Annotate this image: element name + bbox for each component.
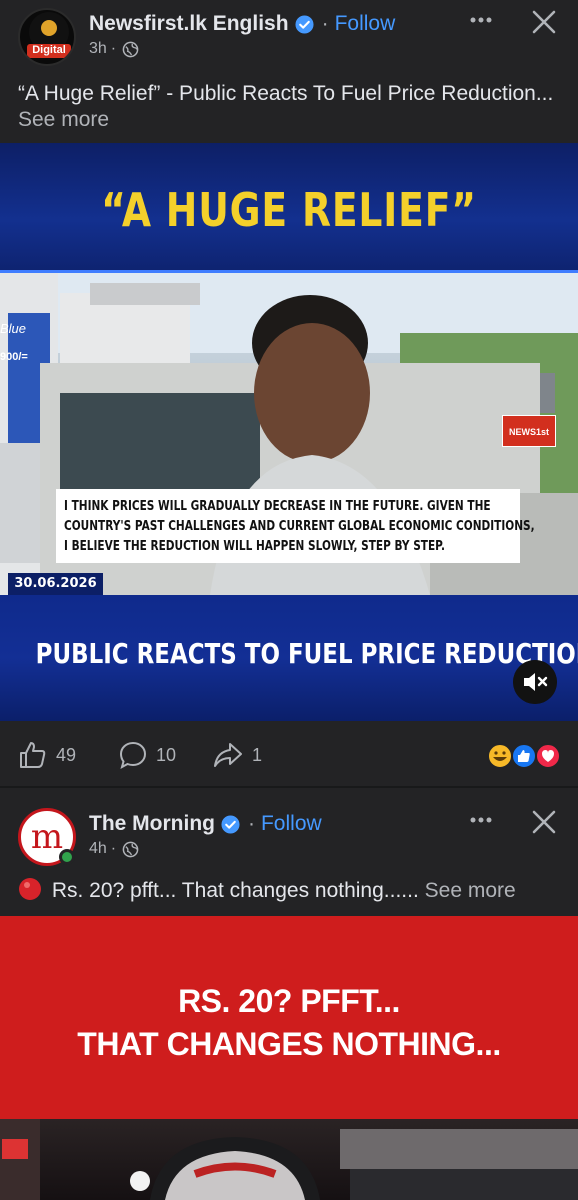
dot-separator: · [321,12,329,35]
subtitle-line: I THINK PRICES WILL GRADUALLY DECREASE I… [64,498,491,514]
page-name[interactable]: The Morning [89,812,215,836]
post1-name-row: Newsfirst.lk English · Follow [89,12,395,36]
video-top-title: “A HUGE RELIEF” [101,183,477,237]
post-header: Digital Newsfirst.lk English · Follow 3h… [0,0,578,70]
post-divider [0,786,578,788]
comment-count: 10 [156,744,177,765]
dot-separator: · [247,812,255,835]
globe-icon [122,841,139,857]
share-count: 1 [252,744,263,765]
online-status-dot [59,849,75,865]
post2-caption: Rs. 20? pfft... That changes nothing....… [18,877,558,904]
news1st-logo: NEWS1st [502,415,556,447]
close-icon[interactable] [530,808,558,836]
video-bottom-banner: PUBLIC REACTS TO FUEL PRICE REDUCTION [0,595,578,721]
post2-image[interactable]: RS. 20? PFFT... THAT CHANGES NOTHING... [0,916,578,1200]
newsfirst-avatar[interactable]: Digital [18,8,76,66]
video-top-banner: “A HUGE RELIEF” [0,143,578,271]
comment-button[interactable]: 10 [118,740,176,770]
video-bottom-title: PUBLIC REACTS TO FUEL PRICE REDUCTION [35,637,578,670]
photo-scene [0,1119,578,1200]
see-more-link[interactable]: See more [425,879,516,902]
sign-price: 900/= [0,351,28,363]
verified-icon [221,814,240,834]
post1-action-bar: 49 10 1 [0,722,578,786]
verified-icon [295,14,314,34]
post1-caption: “A Huge Relief” - Public Reacts To Fuel … [18,81,558,133]
see-more-link[interactable]: See more [18,108,109,131]
post2-photo [0,1119,578,1200]
post2-meta: 4h · [89,840,139,858]
more-options-icon[interactable] [466,8,496,32]
red-circle-icon [19,878,41,900]
post-header: m The Morning · Follow 4h · [0,800,578,870]
comment-icon [119,741,147,770]
mute-icon[interactable] [513,660,557,704]
dot-separator: · [110,840,117,857]
image-headline-1: RS. 20? PFFT... [178,983,400,1019]
sign-text: Blue [0,321,27,336]
thumbs-up-icon [20,742,46,768]
svg-text:m: m [31,817,63,857]
image-headline-2: THAT CHANGES NOTHING... [77,1026,501,1062]
post-time[interactable]: 4h [89,840,107,858]
subtitle-line: COUNTRY'S PAST CHALLENGES AND CURRENT GL… [64,518,535,534]
share-button[interactable]: 1 [212,740,262,770]
like-button[interactable]: 49 [18,740,76,770]
post1-meta: 3h · [89,40,139,58]
follow-button[interactable]: Follow [335,12,396,36]
more-options-icon[interactable] [466,808,496,832]
caption-text: Rs. 20? pfft... That changes nothing....… [51,879,419,902]
caption-text: “A Huge Relief” - Public Reacts To Fuel … [18,82,554,105]
dot-separator: · [110,40,117,57]
video-player[interactable]: “A HUGE RELIEF” NEWS1st Blue 900/= I THI… [0,143,578,721]
like-count: 49 [56,744,77,765]
page-name[interactable]: Newsfirst.lk English [89,12,289,36]
share-icon [214,743,242,767]
subtitle-line: I BELIEVE THE REDUCTION WILL HAPPEN SLOW… [64,538,445,554]
follow-button[interactable]: Follow [261,812,322,836]
the-morning-avatar[interactable]: m [18,808,76,866]
post-time[interactable]: 3h [89,40,107,58]
avatar-label: Digital [32,44,66,56]
post2-name-row: The Morning · Follow [89,812,322,836]
video-subtitle: I THINK PRICES WILL GRADUALLY DECREASE I… [56,489,535,563]
video-date: 30.06.2026 [8,573,103,595]
close-icon[interactable] [530,8,558,36]
globe-icon [122,41,139,57]
reactions-summary-icon[interactable] [486,742,560,770]
